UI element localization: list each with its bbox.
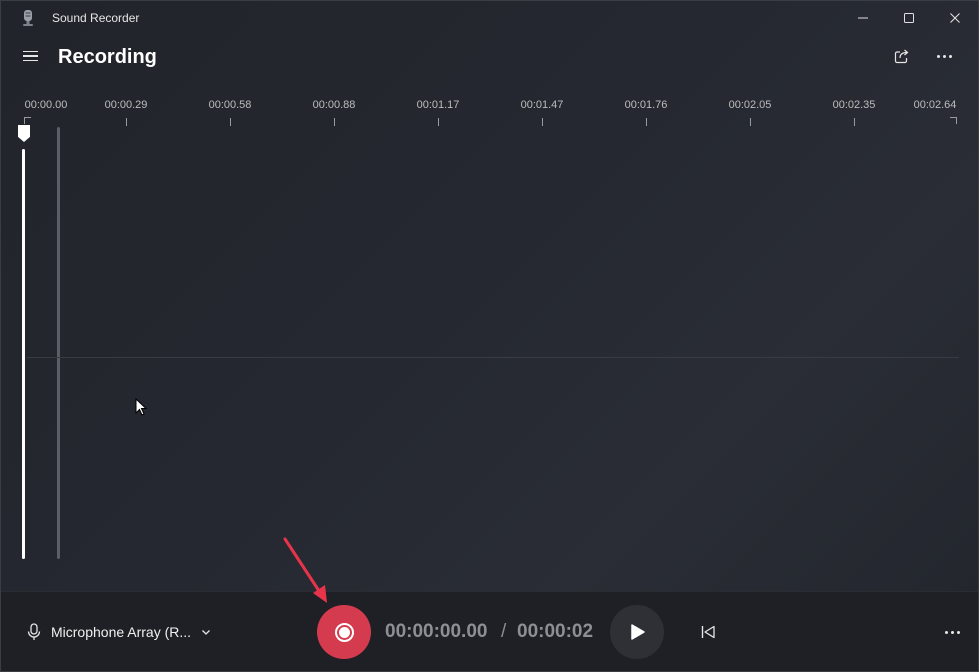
more-options-icon[interactable]	[929, 42, 959, 70]
share-icon	[894, 49, 909, 64]
tick-label: 00:02.05	[728, 99, 772, 111]
record-button[interactable]	[317, 605, 371, 659]
more-options-icon[interactable]	[937, 619, 967, 645]
tick-label: 00:01.17	[416, 99, 460, 111]
play-button[interactable]	[610, 605, 664, 659]
timeline-end-bracket	[950, 117, 957, 124]
share-button[interactable]	[887, 42, 917, 70]
title-bar: Sound Recorder	[1, 1, 978, 35]
chevron-down-icon	[202, 630, 211, 635]
maximize-button[interactable]	[886, 1, 932, 35]
time-separator: /	[501, 621, 507, 642]
maximize-icon	[904, 13, 914, 23]
microphone-selector[interactable]: Microphone Array (R...	[27, 621, 211, 643]
tick-label: 00:00.88	[312, 99, 356, 111]
tick-label: 00:02.35	[832, 99, 876, 111]
playhead-line[interactable]	[22, 149, 25, 559]
tick-mark	[438, 118, 439, 126]
mouse-pointer-icon	[135, 398, 147, 416]
tick-mark	[126, 118, 127, 126]
sound-recorder-window: Sound Recorder Recording 00:00.00 00:00.…	[0, 0, 979, 672]
page-title: Recording	[58, 46, 157, 68]
app-title: Sound Recorder	[52, 11, 140, 25]
tick-label: 00:01.47	[520, 99, 564, 111]
tick-mark	[542, 118, 543, 126]
annotation-arrow-icon	[283, 537, 327, 603]
close-button[interactable]	[932, 1, 978, 35]
skip-to-start-button[interactable]	[694, 619, 722, 645]
play-icon	[631, 624, 645, 640]
timeline-start-bracket	[24, 117, 31, 124]
waveform-baseline	[27, 357, 959, 358]
total-time: 00:00:02	[517, 621, 594, 642]
microphone-app-icon	[23, 10, 33, 26]
tick-label: 00:01.76	[624, 99, 668, 111]
recording-track-bar	[57, 127, 60, 559]
minimize-button[interactable]	[840, 1, 886, 35]
tick-label: 00:00.29	[104, 99, 148, 111]
timeline-ruler: 00:00.00 00:00.29 00:00.58 00:00.88 00:0…	[1, 97, 978, 129]
tick-mark	[230, 118, 231, 126]
skip-to-start-icon	[701, 625, 715, 639]
microphone-label: Microphone Array (R...	[51, 624, 192, 640]
tick-mark	[334, 118, 335, 126]
microphone-icon	[27, 623, 41, 640]
playhead-handle[interactable]	[18, 125, 30, 142]
tick-mark	[750, 118, 751, 126]
hamburger-menu-icon[interactable]	[17, 43, 43, 69]
tick-label: 00:00.58	[208, 99, 252, 111]
current-time: 00:00:00.00	[385, 621, 488, 642]
tick-label: 00:00.00	[24, 99, 68, 111]
tick-mark	[646, 118, 647, 126]
minimize-icon	[858, 17, 868, 19]
tick-label: 00:02.64	[913, 99, 957, 111]
close-icon	[950, 13, 960, 23]
tick-mark	[854, 118, 855, 126]
record-icon	[334, 622, 354, 642]
